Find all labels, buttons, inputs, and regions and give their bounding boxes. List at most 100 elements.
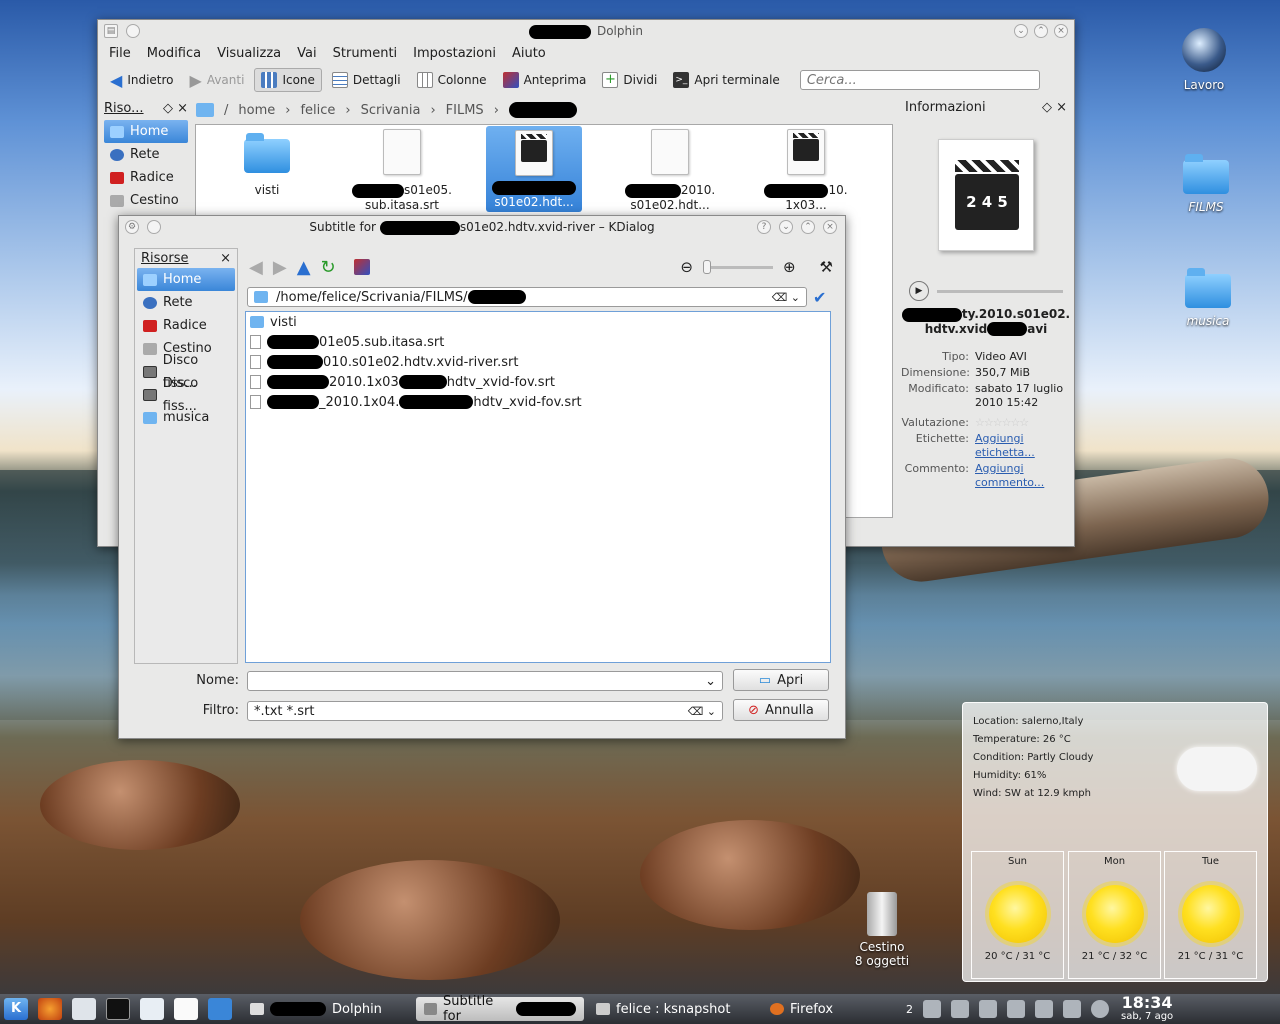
- settings-icon[interactable]: [1063, 1000, 1081, 1018]
- preview-button[interactable]: Anteprima: [497, 69, 593, 91]
- crumb-root[interactable]: /: [224, 103, 228, 118]
- text-editor-icon[interactable]: [174, 998, 198, 1020]
- places-item-cestino[interactable]: Cestino: [104, 189, 188, 212]
- task-kdialog[interactable]: Subtitle for: [416, 994, 584, 1024]
- back-button[interactable]: ◀ Indietro: [104, 68, 180, 93]
- minimize-button[interactable]: ⌄: [1014, 24, 1028, 38]
- firefox-icon[interactable]: [38, 998, 62, 1020]
- list-item[interactable]: 01e05.sub.itasa.srt: [246, 332, 830, 352]
- close-icon[interactable]: ×: [220, 251, 231, 266]
- close-button[interactable]: ×: [823, 220, 837, 234]
- clear-icon[interactable]: ⌫ ⌄: [772, 291, 800, 304]
- desktop-icon-lavoro[interactable]: Lavoro: [1164, 28, 1244, 92]
- icons-view-button[interactable]: Icone: [254, 68, 322, 92]
- menu-modifica[interactable]: Modifica: [147, 46, 201, 61]
- add-comment-link[interactable]: Aggiungi commento...: [975, 462, 1071, 490]
- menu-visualizza[interactable]: Visualizza: [217, 46, 281, 61]
- cancel-button[interactable]: ⊘ Annulla: [733, 699, 829, 721]
- rating-stars[interactable]: ☆☆☆☆☆☆: [975, 416, 1071, 430]
- kdialog-titlebar[interactable]: ⚙ Subtitle for s01e02.hdtv.xvid-river – …: [119, 216, 845, 238]
- zoom-in-icon[interactable]: ⊕: [783, 258, 796, 276]
- list-item[interactable]: visti: [246, 312, 830, 332]
- clipboard-icon[interactable]: [979, 1000, 997, 1018]
- window-menu-icon[interactable]: ⚙: [125, 220, 139, 234]
- list-item[interactable]: 2010.1x03 hdtv_xvid-fov.srt: [246, 372, 830, 392]
- maximize-button[interactable]: ⌃: [1034, 24, 1048, 38]
- places-item-radice[interactable]: Radice: [104, 166, 188, 189]
- desktop-icon-films[interactable]: FILMS: [1166, 154, 1246, 214]
- file-item[interactable]: s01e05. sub.itasa.srt: [342, 129, 462, 212]
- file-item[interactable]: 2010. s01e02.hdt...: [610, 129, 730, 212]
- reload-icon[interactable]: ↻: [321, 257, 336, 278]
- crumb-home[interactable]: home: [238, 103, 275, 118]
- minimize-button[interactable]: ⌄: [779, 220, 793, 234]
- pin-icon[interactable]: [126, 24, 140, 38]
- network-icon[interactable]: [1007, 1000, 1025, 1018]
- columns-view-button[interactable]: Colonne: [411, 69, 493, 91]
- list-item[interactable]: _2010.1x04. hdtv_xvid-fov.srt: [246, 392, 830, 412]
- menu-impostazioni[interactable]: Impostazioni: [413, 46, 496, 61]
- task-ksnapshot[interactable]: felice : ksnapshot: [588, 997, 758, 1021]
- zoom-out-icon[interactable]: ⊖: [680, 258, 693, 276]
- desktop-trash[interactable]: Cestino 8 oggetti: [842, 892, 922, 968]
- close-icon[interactable]: ◇ ×: [163, 101, 188, 116]
- kde-menu-icon[interactable]: K: [4, 998, 28, 1020]
- window-menu-icon[interactable]: ▤: [104, 24, 118, 38]
- home-icon[interactable]: [196, 103, 214, 117]
- forward-button[interactable]: ▶ Avanti: [184, 68, 251, 93]
- device-notifier-icon[interactable]: [923, 1000, 941, 1018]
- maximize-button[interactable]: ⌃: [801, 220, 815, 234]
- dolphin-titlebar[interactable]: ▤ Dolphin ⌄ ⌃ ×: [98, 20, 1074, 42]
- clear-icon[interactable]: ⌫ ⌄: [688, 705, 716, 718]
- seek-slider[interactable]: [937, 289, 1063, 293]
- forward-icon[interactable]: ▶: [273, 257, 287, 278]
- open-button[interactable]: ▭ Apri: [733, 669, 829, 691]
- menu-aiuto[interactable]: Aiuto: [512, 46, 546, 61]
- name-combobox[interactable]: ⌄: [247, 671, 723, 691]
- tools-icon[interactable]: ⚒: [820, 258, 833, 276]
- clock[interactable]: 18:34 sab, 7 ago: [1121, 995, 1173, 1023]
- menu-file[interactable]: File: [109, 46, 131, 61]
- task-firefox[interactable]: Firefox: [762, 997, 902, 1021]
- chevron-down-icon[interactable]: ⌄: [705, 674, 716, 689]
- calculator-icon[interactable]: [140, 998, 164, 1020]
- add-tags-link[interactable]: Aggiungi etichetta...: [975, 432, 1071, 460]
- volume-icon[interactable]: [951, 1000, 969, 1018]
- menu-strumenti[interactable]: Strumenti: [333, 46, 398, 61]
- crumb-felice[interactable]: felice: [300, 103, 335, 118]
- play-icon[interactable]: ▶: [909, 281, 929, 301]
- file-item[interactable]: 10. 1x03...: [746, 129, 866, 212]
- back-icon[interactable]: ◀: [249, 257, 263, 278]
- file-item-selected[interactable]: s01e02.hdt...: [486, 126, 582, 212]
- terminal-icon[interactable]: [106, 998, 130, 1020]
- places-item-radice[interactable]: Radice: [137, 314, 235, 337]
- places-item-disk2[interactable]: Disco fiss...: [137, 376, 235, 414]
- task-dolphin[interactable]: Dolphin: [242, 997, 412, 1021]
- split-button[interactable]: + Dividi: [596, 69, 663, 91]
- places-item-rete[interactable]: Rete: [137, 291, 235, 314]
- desktop-icon-musica[interactable]: musica: [1168, 268, 1248, 328]
- terminal-button[interactable]: >_ Apri terminale: [667, 69, 785, 91]
- preview-icon[interactable]: [353, 259, 370, 275]
- details-view-button[interactable]: Dettagli: [326, 69, 407, 91]
- checkmark-icon[interactable]: ✔: [813, 288, 826, 307]
- places-item-rete[interactable]: Rete: [104, 143, 188, 166]
- zoom-slider[interactable]: [702, 259, 773, 274]
- filter-combobox[interactable]: *.txt *.srt ⌫ ⌄: [247, 701, 723, 721]
- search-input[interactable]: [799, 70, 1040, 90]
- bluetooth-icon[interactable]: [1035, 1000, 1053, 1018]
- places-item-home[interactable]: Home: [137, 268, 235, 291]
- list-item[interactable]: 010.s01e02.hdtv.xvid-river.srt: [246, 352, 830, 372]
- crumb-scrivania[interactable]: Scrivania: [361, 103, 421, 118]
- up-icon[interactable]: ▲: [297, 257, 311, 278]
- kdialog-file-list[interactable]: visti 01e05.sub.itasa.srt 010.s01e02.hdt…: [245, 311, 831, 663]
- ksnapshot-icon[interactable]: [72, 998, 96, 1020]
- pager[interactable]: 2: [906, 1003, 913, 1016]
- pin-icon[interactable]: [147, 220, 161, 234]
- file-item[interactable]: visti: [232, 129, 302, 197]
- crumb-films[interactable]: FILMS: [446, 103, 484, 118]
- close-button[interactable]: ×: [1054, 24, 1068, 38]
- close-icon[interactable]: ◇ ×: [1042, 100, 1067, 115]
- file-manager-icon[interactable]: [208, 998, 232, 1020]
- help-button[interactable]: ?: [757, 220, 771, 234]
